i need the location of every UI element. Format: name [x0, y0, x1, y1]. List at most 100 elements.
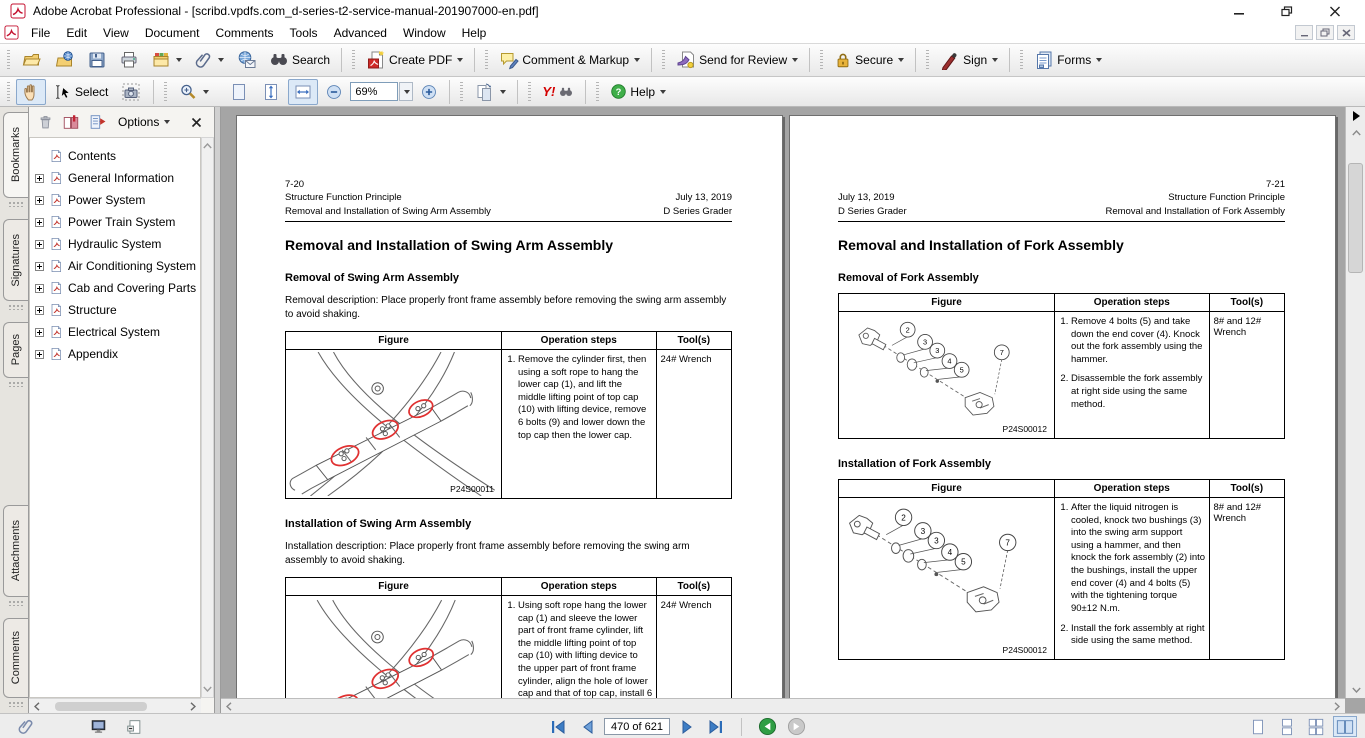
doc-close-button[interactable]	[1337, 25, 1355, 40]
scroll-right-button[interactable]	[187, 700, 199, 712]
screen-mode-button[interactable]	[86, 716, 110, 737]
bookmark-item-air-conditioning-system[interactable]: Air Conditioning System	[34, 255, 196, 277]
delete-bookmark-button[interactable]	[37, 113, 54, 131]
scroll-down-button[interactable]	[1346, 682, 1365, 698]
restore-button[interactable]	[1279, 4, 1295, 18]
toolbar-grip[interactable]	[1020, 50, 1023, 70]
toolbar-grip[interactable]	[352, 50, 355, 70]
facing-view-button[interactable]	[1333, 716, 1357, 737]
fit-page-button[interactable]	[224, 79, 254, 105]
previous-page-button[interactable]	[575, 716, 599, 737]
scroll-right-button[interactable]	[1331, 700, 1343, 712]
attach-button[interactable]	[189, 47, 229, 73]
page-number-input[interactable]	[604, 718, 670, 735]
close-button[interactable]	[1327, 4, 1343, 18]
zoom-in-button[interactable]	[415, 79, 443, 105]
toolbar-grip[interactable]	[460, 82, 463, 102]
zoom-tool-button[interactable]	[173, 79, 214, 105]
bookmark-item-appendix[interactable]: Appendix	[34, 343, 118, 365]
document-horizontal-scrollbar[interactable]	[221, 698, 1345, 713]
toolbar-grip[interactable]	[7, 82, 10, 102]
toolbar-grip[interactable]	[596, 82, 599, 102]
bookmark-item-electrical-system[interactable]: Electrical System	[34, 321, 160, 343]
tab-pages[interactable]: Pages	[3, 322, 28, 378]
print-button[interactable]	[114, 47, 144, 73]
page-display-button[interactable]	[469, 79, 511, 105]
minimize-button[interactable]	[1231, 4, 1247, 18]
menu-comments[interactable]: Comments	[208, 23, 282, 43]
fit-height-button[interactable]	[256, 79, 286, 105]
open-button[interactable]	[16, 47, 47, 73]
zoom-level-input[interactable]	[350, 82, 398, 101]
document-vertical-scrollbar[interactable]	[1345, 107, 1365, 698]
select-tool-button[interactable]: Select	[48, 79, 113, 105]
search-button[interactable]: Search	[264, 47, 335, 73]
toolbar-grip[interactable]	[926, 50, 929, 70]
menu-file[interactable]: File	[23, 23, 58, 43]
bookmark-item-structure[interactable]: Structure	[34, 299, 117, 321]
toolbar-grip[interactable]	[7, 50, 10, 70]
options-button[interactable]: Options	[118, 115, 170, 129]
menu-view[interactable]: View	[95, 23, 137, 43]
menu-document[interactable]: Document	[137, 23, 208, 43]
tab-bookmarks[interactable]: Bookmarks	[3, 112, 28, 198]
bookmarks-vertical-scrollbar[interactable]	[201, 137, 214, 698]
tab-signatures[interactable]: Signatures	[3, 219, 28, 301]
scrollbar-thumb[interactable]	[1348, 163, 1363, 273]
toolbar-grip[interactable]	[485, 50, 488, 70]
tab-comments[interactable]: Comments	[3, 618, 28, 698]
pane-expand-button[interactable]	[1346, 107, 1365, 125]
toolbar-grip[interactable]	[528, 82, 531, 102]
scroll-up-button[interactable]	[202, 140, 214, 152]
scroll-left-button[interactable]	[31, 700, 43, 712]
attachments-status-button[interactable]	[14, 716, 38, 737]
secure-button[interactable]: Secure	[829, 47, 909, 73]
doc-minimize-button[interactable]	[1295, 25, 1313, 40]
menu-help[interactable]: Help	[454, 23, 495, 43]
bookmarks-horizontal-scrollbar[interactable]	[29, 698, 201, 713]
tab-attachments[interactable]: Attachments	[3, 505, 28, 597]
next-view-button[interactable]	[784, 716, 808, 737]
snapshot-tool-button[interactable]	[115, 79, 147, 105]
save-button[interactable]	[82, 47, 112, 73]
sign-button[interactable]: Sign	[935, 47, 1003, 73]
email-button[interactable]	[231, 47, 262, 73]
bookmark-item-hydraulic-system[interactable]: Hydraulic System	[34, 233, 161, 255]
page-layout-status-button[interactable]	[122, 716, 146, 737]
yahoo-search-button[interactable]: Y!	[537, 79, 579, 105]
doc-restore-button[interactable]	[1316, 25, 1334, 40]
scroll-down-button[interactable]	[202, 683, 214, 695]
toolbar-grip[interactable]	[820, 50, 823, 70]
expand-current-bookmark-button[interactable]	[62, 113, 80, 131]
open-web-page-button[interactable]	[49, 47, 80, 73]
previous-view-button[interactable]	[755, 716, 779, 737]
menu-advanced[interactable]: Advanced	[326, 23, 395, 43]
scrollbar-thumb[interactable]	[55, 702, 147, 711]
forms-button[interactable]: Forms	[1029, 47, 1107, 73]
fit-width-button[interactable]	[288, 79, 318, 105]
document-pane[interactable]: 7-20 Structure Function PrincipleJuly 13…	[221, 107, 1345, 698]
menu-edit[interactable]: Edit	[58, 23, 95, 43]
toolbar-grip[interactable]	[662, 50, 665, 70]
scroll-up-button[interactable]	[1346, 125, 1365, 141]
menu-tools[interactable]: Tools	[282, 23, 326, 43]
next-page-button[interactable]	[675, 716, 699, 737]
go-to-bookmark-button[interactable]	[88, 113, 106, 131]
close-panel-button[interactable]	[191, 117, 202, 128]
toolbar-grip[interactable]	[164, 82, 167, 102]
continuous-facing-view-button[interactable]	[1304, 716, 1328, 737]
bookmark-item-cab-and-covering-parts[interactable]: Cab and Covering Parts	[34, 277, 196, 299]
first-page-button[interactable]	[546, 716, 570, 737]
comment-markup-button[interactable]: Comment & Markup	[494, 47, 645, 73]
continuous-view-button[interactable]	[1275, 716, 1299, 737]
menu-window[interactable]: Window	[395, 23, 454, 43]
bookmark-item-general-information[interactable]: General Information	[34, 167, 174, 189]
bookmark-item-contents[interactable]: Contents	[34, 145, 116, 167]
zoom-dropdown-button[interactable]	[399, 82, 413, 101]
hand-tool-button[interactable]	[16, 79, 46, 105]
last-page-button[interactable]	[704, 716, 728, 737]
help-button[interactable]: ? Help	[605, 79, 671, 105]
bookmark-item-power-system[interactable]: Power System	[34, 189, 145, 211]
organizer-button[interactable]	[146, 47, 187, 73]
scroll-left-button[interactable]	[223, 700, 235, 712]
